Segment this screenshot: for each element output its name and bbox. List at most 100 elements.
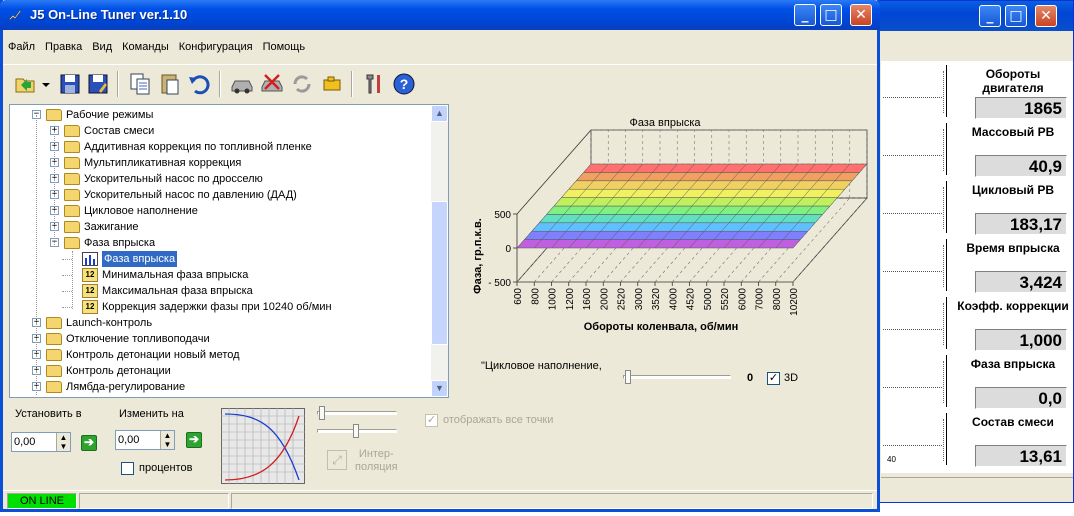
maximize-button[interactable]: □ xyxy=(1005,5,1027,27)
folder-icon xyxy=(46,365,62,377)
tree-item[interactable]: + Лямбда-регулирование xyxy=(10,379,430,395)
tree-item[interactable]: 12 Коррекция задержки фазы при 10240 об/м… xyxy=(10,299,430,315)
copy-icon[interactable] xyxy=(127,71,153,97)
percent-checkbox[interactable] xyxy=(121,462,134,475)
menu-edit[interactable]: Правка xyxy=(40,38,87,53)
slider-knob[interactable] xyxy=(353,424,359,438)
curve-slider-top[interactable] xyxy=(317,406,397,420)
checkbox-3d[interactable]: ✓ xyxy=(767,372,780,385)
slider-track xyxy=(317,411,397,415)
trend-line xyxy=(883,445,942,446)
scroll-thumb[interactable] xyxy=(431,201,448,345)
apply-set-button[interactable]: ➔ xyxy=(81,435,97,451)
tree-item[interactable]: + Ускорительный насос по дросселю xyxy=(10,171,430,187)
cycle-fill-slider[interactable] xyxy=(623,370,731,384)
tree-connector xyxy=(62,291,72,292)
monitor-titlebar[interactable]: _ □ ✕ xyxy=(861,1,1073,31)
menu-view[interactable]: Вид xyxy=(87,38,117,53)
spin-arrows-icon[interactable]: ▲ ▼ xyxy=(160,431,174,449)
trend-line xyxy=(883,329,942,330)
car-read-icon[interactable] xyxy=(229,71,255,97)
surface-chart[interactable]: Фаза впрыска 5000- 500600 800 1000 1200 1600… xyxy=(453,104,877,354)
trend-line xyxy=(883,97,942,98)
minimize-button[interactable]: _ xyxy=(794,4,816,26)
refresh-icon[interactable] xyxy=(289,71,315,97)
slider-track xyxy=(623,375,731,379)
set-to-input[interactable]: 0,00 ▲ ▼ xyxy=(11,432,71,452)
interpolation-icon[interactable]: ⤢ xyxy=(327,450,347,470)
tree-item[interactable]: + Launch-контроль xyxy=(10,315,430,331)
x-tick-label: 10200 xyxy=(789,288,800,316)
tree-item[interactable]: + Контроль детонации новый метод xyxy=(10,347,430,363)
tree-item[interactable]: 12 Минимальная фаза впрыска xyxy=(10,267,430,283)
maximize-button[interactable]: □ xyxy=(820,4,842,26)
tree-item[interactable]: + Контроль детонации xyxy=(10,363,430,379)
menu-file[interactable]: Файл xyxy=(3,38,40,53)
spin-arrows-icon[interactable]: ▲ ▼ xyxy=(56,433,70,451)
tree-item[interactable]: + Ускорительный насос по давлению (ДАД) xyxy=(10,187,430,203)
change-by-value: 0,00 xyxy=(118,434,140,446)
trend-line xyxy=(883,155,942,156)
number-param-icon: 12 xyxy=(82,284,98,298)
tree-item[interactable]: 12 Максимальная фаза впрыска xyxy=(10,283,430,299)
show-all-points-checkbox[interactable]: ✓ xyxy=(425,414,438,427)
trend-axis xyxy=(940,361,944,403)
close-button[interactable]: ✕ xyxy=(1035,5,1057,27)
slider-knob[interactable] xyxy=(625,370,631,384)
apply-change-button[interactable]: ➔ xyxy=(186,432,202,448)
tree-item[interactable]: + Аддитивная коррекция по топливной пленк… xyxy=(10,139,430,155)
paste-icon[interactable] xyxy=(157,71,183,97)
tools-icon[interactable] xyxy=(361,71,387,97)
tree-item[interactable]: + Отключение топливоподачи xyxy=(10,331,430,347)
tree-item[interactable]: + Состав смеси xyxy=(10,123,430,139)
tree-item[interactable]: Фаза впрыска xyxy=(10,251,430,267)
toolbar-separator xyxy=(219,71,221,97)
minimize-button[interactable]: _ xyxy=(979,5,1001,27)
tree-item[interactable]: + Цикловое наполнение xyxy=(10,203,430,219)
x-tick-label: 1200 xyxy=(565,288,576,311)
save-as-icon[interactable] xyxy=(85,71,111,97)
x-tick-label: 7000 xyxy=(755,288,766,311)
tree-item[interactable]: − Фаза впрыска xyxy=(10,235,430,251)
gauge-label: Обороты двигателя xyxy=(982,67,1044,95)
gauge-value: 13,61 xyxy=(975,445,1067,467)
undo-icon[interactable] xyxy=(187,71,213,97)
curve-slider-bottom[interactable] xyxy=(317,424,397,438)
svg-text:?: ? xyxy=(400,76,409,92)
window-titlebar[interactable]: J5 On-Line Tuner ver.1.10 _ □ ✕ xyxy=(0,0,880,30)
x-tick-label: 800 xyxy=(530,288,541,305)
tree-item[interactable]: − Рабочие режимы xyxy=(10,107,430,123)
menu-commands[interactable]: Команды xyxy=(117,38,174,53)
help-icon[interactable]: ? xyxy=(391,71,417,97)
parameter-tree[interactable]: − Рабочие режимы + Состав смеси + Аддитивная … xyxy=(9,104,449,398)
save-icon[interactable] xyxy=(57,71,83,97)
tree-guide-line xyxy=(36,115,37,395)
folder-icon xyxy=(46,317,62,329)
trend-axis xyxy=(940,129,944,171)
scroll-up-button[interactable]: ▲ xyxy=(431,105,448,122)
scroll-down-button[interactable]: ▼ xyxy=(431,380,448,397)
tree-item-label: Контроль детонации новый метод xyxy=(66,349,240,361)
slider-knob[interactable] xyxy=(319,406,325,420)
menu-configuration[interactable]: Конфигурация xyxy=(174,38,258,53)
tree-item[interactable]: + Зажигание xyxy=(10,219,430,235)
tree-scrollbar[interactable]: ▲ ▼ xyxy=(431,105,448,397)
folder-icon xyxy=(46,333,62,345)
curve-preview[interactable] xyxy=(221,408,305,484)
change-by-input[interactable]: 0,00 ▲ ▼ xyxy=(115,430,175,450)
check-icon: ✓ xyxy=(768,372,779,384)
tree-item[interactable]: + Мультипликативная коррекция xyxy=(10,155,430,171)
close-button[interactable]: ✕ xyxy=(850,4,872,26)
folder-icon xyxy=(64,141,80,153)
dropdown-arrow-icon[interactable] xyxy=(39,71,53,97)
engine-icon[interactable] xyxy=(319,71,345,97)
menu-help[interactable]: Помощь xyxy=(258,38,311,53)
x-tick-label: 3000 xyxy=(634,288,645,311)
gauge-value: 3,424 xyxy=(975,271,1067,293)
car-write-icon[interactable] xyxy=(259,71,285,97)
checkbox-3d-label: 3D xyxy=(784,372,799,384)
percent-label: процентов xyxy=(139,462,193,474)
arrow-right-icon: ➔ xyxy=(83,435,95,449)
x-tick-label: 600 xyxy=(513,288,524,305)
open-icon[interactable] xyxy=(13,71,39,97)
